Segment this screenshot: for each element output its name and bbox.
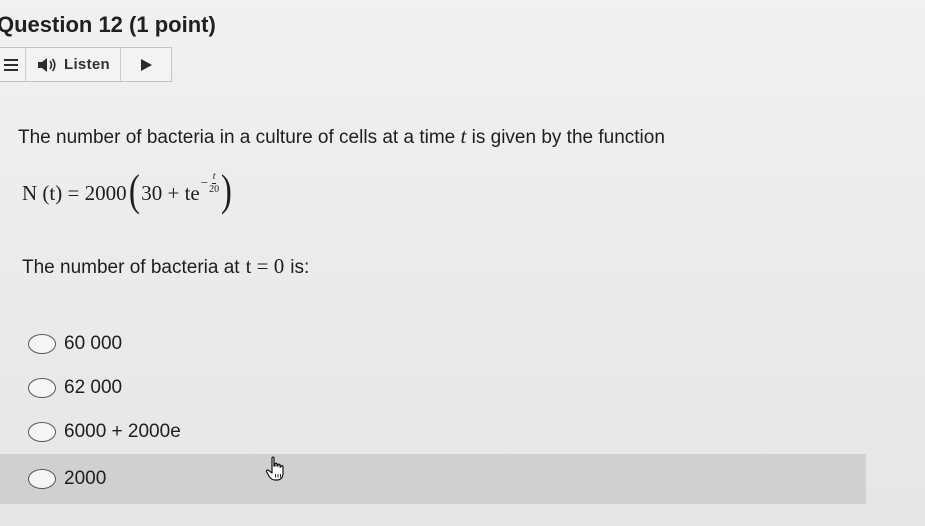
question-stem: The number of bacteria in a culture of c… xyxy=(18,124,665,149)
speaker-icon xyxy=(38,57,56,72)
answer-option[interactable]: 62 000 xyxy=(28,366,838,410)
prompt-text-after: is: xyxy=(290,257,310,278)
exponent-fraction: t 20 xyxy=(209,170,220,195)
exponent-sign: − xyxy=(200,175,209,190)
left-paren: ( xyxy=(128,166,140,215)
radio-button[interactable] xyxy=(28,469,56,489)
play-icon xyxy=(140,58,152,71)
answer-options: 60 000 62 000 6000 + 2000e 2000 xyxy=(0,322,866,504)
stem-text-after: is given by the function xyxy=(466,127,665,148)
formula-inner: 30 + te xyxy=(141,180,200,205)
question-prompt: The number of bacteria at t = 0 is: xyxy=(22,254,309,279)
hamburger-menu-icon[interactable] xyxy=(0,48,26,81)
read-aloud-toolbar: Listen xyxy=(0,47,172,82)
answer-option[interactable]: 60 000 xyxy=(28,322,838,366)
option-label: 60 000 xyxy=(64,333,123,354)
radio-button[interactable] xyxy=(28,378,56,398)
answer-option-hovered[interactable]: 2000 xyxy=(0,454,866,504)
radio-button[interactable] xyxy=(28,334,56,354)
prompt-math: t = 0 xyxy=(245,254,285,278)
play-button[interactable] xyxy=(121,48,171,81)
option-label: 2000 xyxy=(64,468,107,489)
radio-button[interactable] xyxy=(28,422,56,442)
right-paren: ) xyxy=(220,166,232,215)
stem-text-before: The number of bacteria in a culture of c… xyxy=(18,127,461,148)
listen-label: Listen xyxy=(64,56,110,73)
option-label: 62 000 xyxy=(64,377,123,398)
answer-option[interactable]: 6000 + 2000e xyxy=(28,410,838,454)
question-title: Question 12 (1 point) xyxy=(0,12,216,37)
exponent-numerator: t xyxy=(211,170,217,184)
hand-cursor-icon xyxy=(265,456,284,481)
page: Question 12 (1 point) Listen The number … xyxy=(0,0,925,526)
exponent-denominator: 20 xyxy=(209,183,220,195)
formula-exponent: − t 20 xyxy=(200,170,220,195)
option-label: 6000 + 2000e xyxy=(64,421,181,442)
prompt-text-before: The number of bacteria at xyxy=(22,257,240,278)
formula-lhs: N (t) = 2000 xyxy=(22,180,127,205)
function-formula: N (t) = 2000 ( 30 + te − t 20 ) xyxy=(22,168,234,218)
listen-button[interactable]: Listen xyxy=(26,48,121,81)
